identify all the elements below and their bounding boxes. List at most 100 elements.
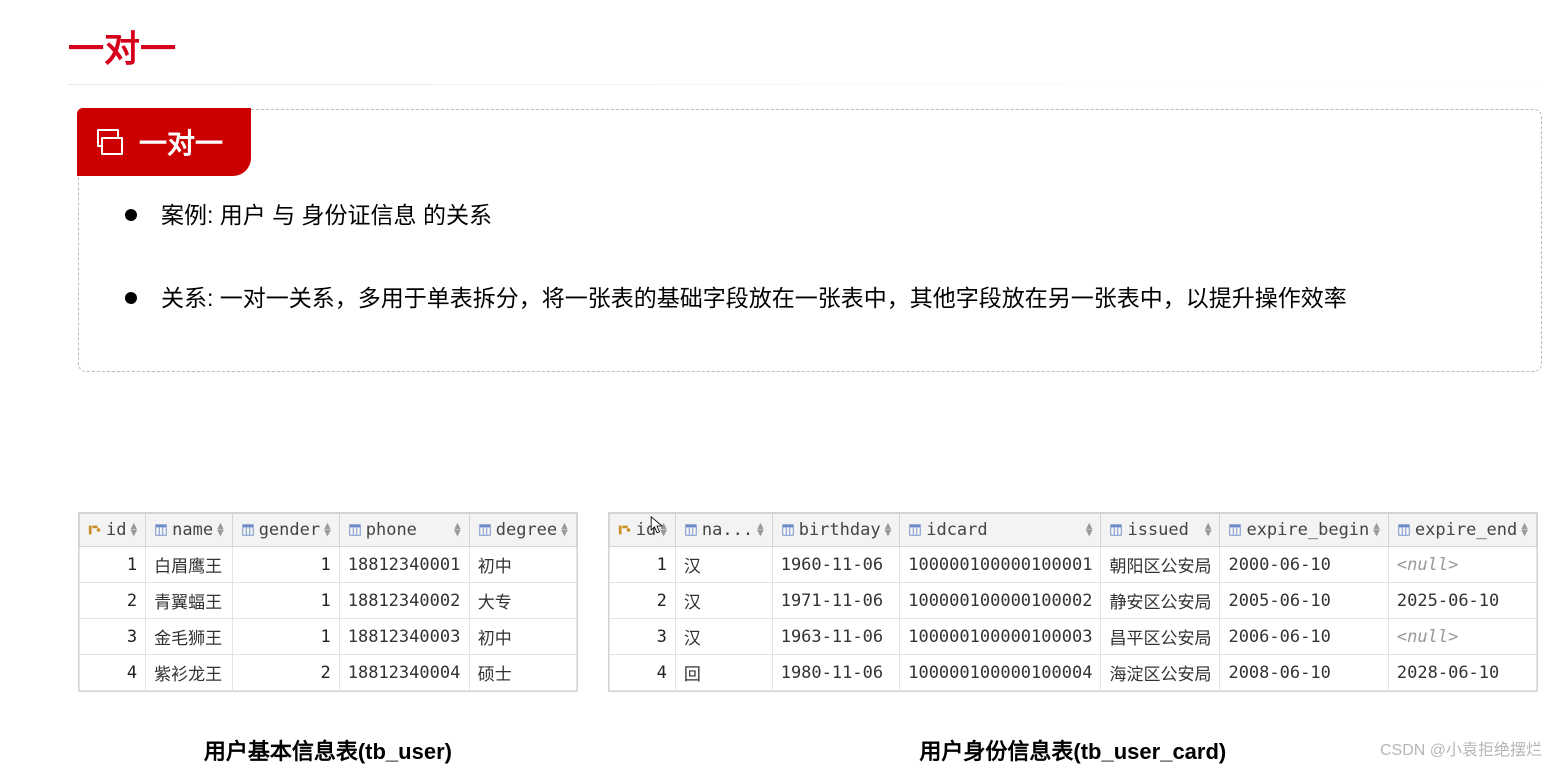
column-header[interactable]: na...▲▼ — [675, 514, 772, 547]
badge-label: 一对一 — [139, 122, 223, 162]
column-label: id — [106, 520, 126, 540]
column-header[interactable]: birthday ▲▼ — [772, 514, 900, 547]
table-cell: 昌平区公安局 — [1101, 619, 1220, 655]
primary-key-icon — [618, 523, 632, 537]
table-cell: 2025-06-10 — [1388, 583, 1536, 619]
page-title: 一对一 — [0, 0, 1562, 84]
sort-icon[interactable]: ▲▼ — [757, 523, 764, 536]
column-header[interactable]: gender ▲▼ — [232, 514, 339, 547]
table-cell: 18812340002 — [339, 583, 469, 619]
column-header[interactable]: degree ▲▼ — [469, 514, 576, 547]
table-cell: 汉 — [675, 547, 772, 583]
table-cell: 1 — [232, 619, 339, 655]
column-header[interactable]: id▲▼ — [609, 514, 675, 547]
table-cell: 硕士 — [469, 655, 576, 691]
bullet-dot-icon — [125, 292, 137, 304]
column-label: phone — [366, 520, 417, 540]
table-cell: 2000-06-10 — [1220, 547, 1388, 583]
column-icon — [1228, 523, 1242, 537]
column-header[interactable]: id ▲▼ — [80, 514, 146, 547]
table-user-wrap: id▲▼name▲▼gender▲▼phone▲▼degree▲▼ 1白眉鹰王1… — [78, 512, 578, 692]
table-cell: 2 — [232, 655, 339, 691]
table-row[interactable]: 1白眉鹰王118812340001初中 — [80, 547, 577, 583]
table-cell: 1 — [232, 547, 339, 583]
column-icon — [684, 523, 698, 537]
bullet-dot-icon — [125, 209, 137, 221]
column-icon — [241, 523, 255, 537]
table-cell: 朝阳区公安局 — [1101, 547, 1220, 583]
table-cell: 白眉鹰王 — [146, 547, 233, 583]
table-cell: 2028-06-10 — [1388, 655, 1536, 691]
sort-icon[interactable]: ▲▼ — [324, 523, 331, 536]
table-cell: 18812340001 — [339, 547, 469, 583]
bullet-text: 关系: 一对一关系，多用于单表拆分，将一张表的基础字段放在一张表中，其他字段放在… — [161, 281, 1347, 316]
table-cell: <null> — [1388, 619, 1536, 655]
content-card: 一对一 案例: 用户 与 身份证信息 的关系 关系: 一对一关系，多用于单表拆分… — [78, 109, 1542, 372]
sort-icon[interactable]: ▲▼ — [1521, 523, 1528, 536]
sort-icon[interactable]: ▲▼ — [217, 523, 224, 536]
table-row[interactable]: 3金毛狮王118812340003初中 — [80, 619, 577, 655]
table-cell: 金毛狮王 — [146, 619, 233, 655]
sort-icon[interactable]: ▲▼ — [1373, 523, 1380, 536]
table-row[interactable]: 2青翼蝠王118812340002大专 — [80, 583, 577, 619]
table-cell: 静安区公安局 — [1101, 583, 1220, 619]
column-label: expire_end — [1415, 520, 1517, 540]
table-cell: 100000100000100004 — [900, 655, 1101, 691]
table-cell: 4 — [609, 655, 675, 691]
table-card: id▲▼na...▲▼birthday▲▼idcard▲▼issued▲▼exp… — [609, 513, 1537, 691]
table-row[interactable]: 4回1980-11-06100000100000100004海淀区公安局2008… — [609, 655, 1536, 691]
table-row[interactable]: 3汉1963-11-06100000100000100003昌平区公安局2006… — [609, 619, 1536, 655]
table-cell: 100000100000100003 — [900, 619, 1101, 655]
table-cell: 海淀区公安局 — [1101, 655, 1220, 691]
column-label: birthday — [799, 520, 881, 540]
table-cell: 4 — [80, 655, 146, 691]
table-cell: 初中 — [469, 619, 576, 655]
column-label: issued — [1127, 520, 1188, 540]
table-cell: 100000100000100001 — [900, 547, 1101, 583]
table-cell: 1 — [232, 583, 339, 619]
table-row[interactable]: 1汉1960-11-06100000100000100001朝阳区公安局2000… — [609, 547, 1536, 583]
table-cell: 2 — [80, 583, 146, 619]
table-cell: 3 — [609, 619, 675, 655]
table-cell: 2008-06-10 — [1220, 655, 1388, 691]
table-cell: 2006-06-10 — [1220, 619, 1388, 655]
table-user: id▲▼name▲▼gender▲▼phone▲▼degree▲▼ 1白眉鹰王1… — [79, 513, 577, 691]
column-header[interactable]: expire_begin ▲▼ — [1220, 514, 1388, 547]
table-card-wrap: id▲▼na...▲▼birthday▲▼idcard▲▼issued▲▼exp… — [608, 512, 1538, 692]
column-header[interactable]: phone ▲▼ — [339, 514, 469, 547]
bullet-text: 案例: 用户 与 身份证信息 的关系 — [161, 198, 492, 233]
sort-icon[interactable]: ▲▼ — [454, 523, 461, 536]
table-user-caption: 用户基本信息表(tb_user) — [78, 734, 578, 766]
table-cell: 青翼蝠王 — [146, 583, 233, 619]
table-cell: 1 — [80, 547, 146, 583]
table-cell: 1960-11-06 — [772, 547, 900, 583]
column-icon — [1109, 523, 1123, 537]
column-label: gender — [259, 520, 320, 540]
sort-icon[interactable]: ▲▼ — [1205, 523, 1212, 536]
table-cell: 回 — [675, 655, 772, 691]
column-header[interactable]: idcard▲▼ — [900, 514, 1101, 547]
column-label: degree — [496, 520, 557, 540]
windows-icon — [97, 129, 123, 155]
tables-row: id▲▼name▲▼gender▲▼phone▲▼degree▲▼ 1白眉鹰王1… — [0, 372, 1562, 766]
column-label: expire_begin — [1246, 520, 1369, 540]
section-badge: 一对一 — [77, 108, 251, 176]
column-header[interactable]: issued ▲▼ — [1101, 514, 1220, 547]
column-header[interactable]: name▲▼ — [146, 514, 233, 547]
table-row[interactable]: 2汉1971-11-06100000100000100002静安区公安局2005… — [609, 583, 1536, 619]
sort-icon[interactable]: ▲▼ — [1086, 523, 1093, 536]
table-card-block: id▲▼na...▲▼birthday▲▼idcard▲▼issued▲▼exp… — [608, 512, 1538, 766]
table-cell: <null> — [1388, 547, 1536, 583]
table-cell: 3 — [80, 619, 146, 655]
table-cell: 1980-11-06 — [772, 655, 900, 691]
sort-icon[interactable]: ▲▼ — [130, 523, 137, 536]
table-row[interactable]: 4紫衫龙王218812340004硕士 — [80, 655, 577, 691]
column-header[interactable]: expire_end ▲▼ — [1388, 514, 1536, 547]
table-cell: 1971-11-06 — [772, 583, 900, 619]
title-divider — [68, 84, 1562, 85]
sort-icon[interactable]: ▲▼ — [885, 523, 892, 536]
column-icon — [781, 523, 795, 537]
sort-icon[interactable]: ▲▼ — [561, 523, 568, 536]
table-cell: 汉 — [675, 619, 772, 655]
column-icon — [908, 523, 922, 537]
